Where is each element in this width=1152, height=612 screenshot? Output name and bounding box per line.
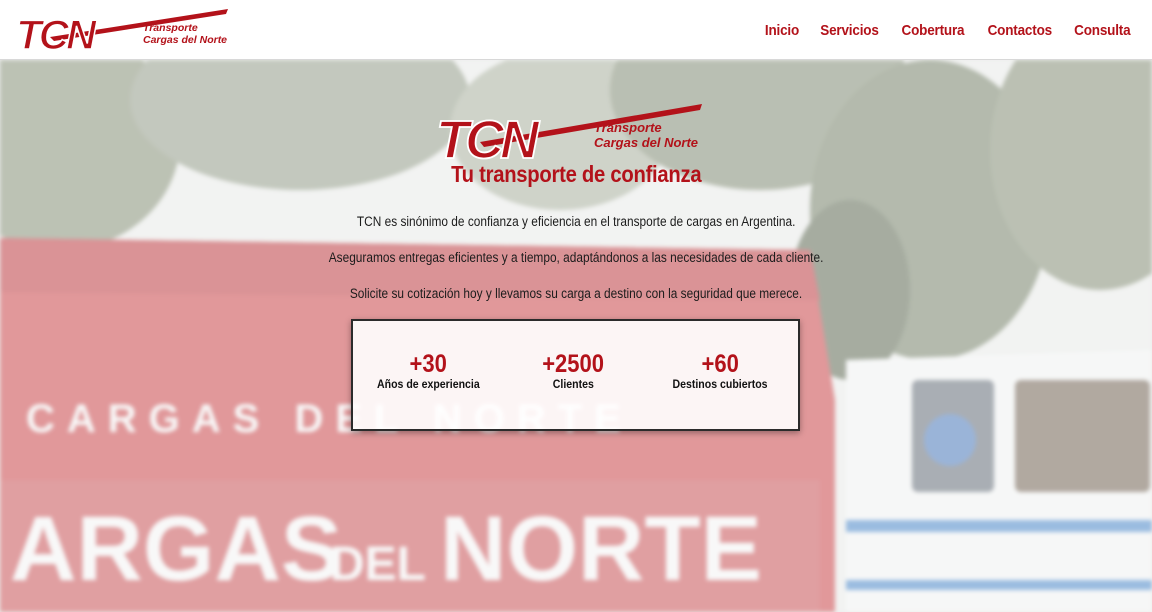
hero-logo-mark-text: TCN xyxy=(436,110,540,162)
nav-link-inicio[interactable]: Inicio xyxy=(765,22,799,39)
stat-clients: +2500 Clientes xyxy=(498,351,648,391)
stats-card: +30 Años de experiencia +2500 Clientes +… xyxy=(351,319,800,431)
hero-paragraph-3: Solicite su cotización hoy y llevamos su… xyxy=(0,286,1152,301)
stat-clients-value-text: +2500 xyxy=(542,350,604,378)
logo-mark-text: TCN xyxy=(16,11,98,55)
stat-destinations-label: Destinos cubiertos xyxy=(645,377,795,391)
site-header: TCN Transporte Cargas del Norte Inicio S… xyxy=(0,0,1152,60)
stat-destinations: +60 Destinos cubiertos xyxy=(645,351,795,391)
stat-destinations-label-text: Destinos cubiertos xyxy=(672,377,768,391)
stat-clients-label: Clientes xyxy=(498,377,648,391)
hero-logo: TCN Transporte Cargas del Norte xyxy=(435,104,702,162)
hero-paragraph-2-text: Aseguramos entregas eficientes y a tiemp… xyxy=(328,250,824,265)
hero-tagline: Tu transporte de confianza xyxy=(0,161,1152,188)
stat-years-label: Años de experiencia xyxy=(353,377,503,391)
stat-clients-value: +2500 xyxy=(498,351,648,377)
logo-line-1: Transporte xyxy=(143,22,198,34)
nav-link-cobertura[interactable]: Cobertura xyxy=(901,22,964,39)
stat-years: +30 Años de experiencia xyxy=(353,351,503,391)
hero-tagline-text: Tu transporte de confianza xyxy=(450,161,702,187)
hero-paragraph-1-text: TCN es sinónimo de confianza y eficienci… xyxy=(356,214,796,229)
hero-logo-line-1: Transporte xyxy=(594,120,662,135)
hero-paragraph-1: TCN es sinónimo de confianza y eficienci… xyxy=(0,214,1152,229)
hero-section: CARGAS DEL NORTE ARGAS DEL NORTE TCN Tra… xyxy=(0,60,1152,612)
stat-destinations-value: +60 xyxy=(645,351,795,377)
main-nav: Inicio Servicios Cobertura Contactos Con… xyxy=(763,0,1134,60)
hero-content: TCN Transporte Cargas del Norte Tu trans… xyxy=(0,60,1152,612)
stat-years-label-text: Años de experiencia xyxy=(376,377,480,391)
stat-destinations-value-text: +60 xyxy=(701,350,739,378)
stat-years-value: +30 xyxy=(353,351,503,377)
hero-logo-line-2: Cargas del Norte xyxy=(594,135,698,150)
tcn-logo[interactable]: TCN Transporte Cargas del Norte xyxy=(14,7,236,55)
hero-paragraph-2: Aseguramos entregas eficientes y a tiemp… xyxy=(0,250,1152,265)
stat-years-value-text: +30 xyxy=(409,350,447,378)
nav-link-consulta[interactable]: Consulta xyxy=(1075,22,1131,39)
hero-paragraph-3-text: Solicite su cotización hoy y llevamos su… xyxy=(349,286,803,301)
stat-clients-label-text: Clientes xyxy=(552,377,594,391)
nav-link-contactos[interactable]: Contactos xyxy=(987,22,1052,39)
nav-link-servicios[interactable]: Servicios xyxy=(820,22,879,39)
logo-line-2: Cargas del Norte xyxy=(143,34,227,46)
